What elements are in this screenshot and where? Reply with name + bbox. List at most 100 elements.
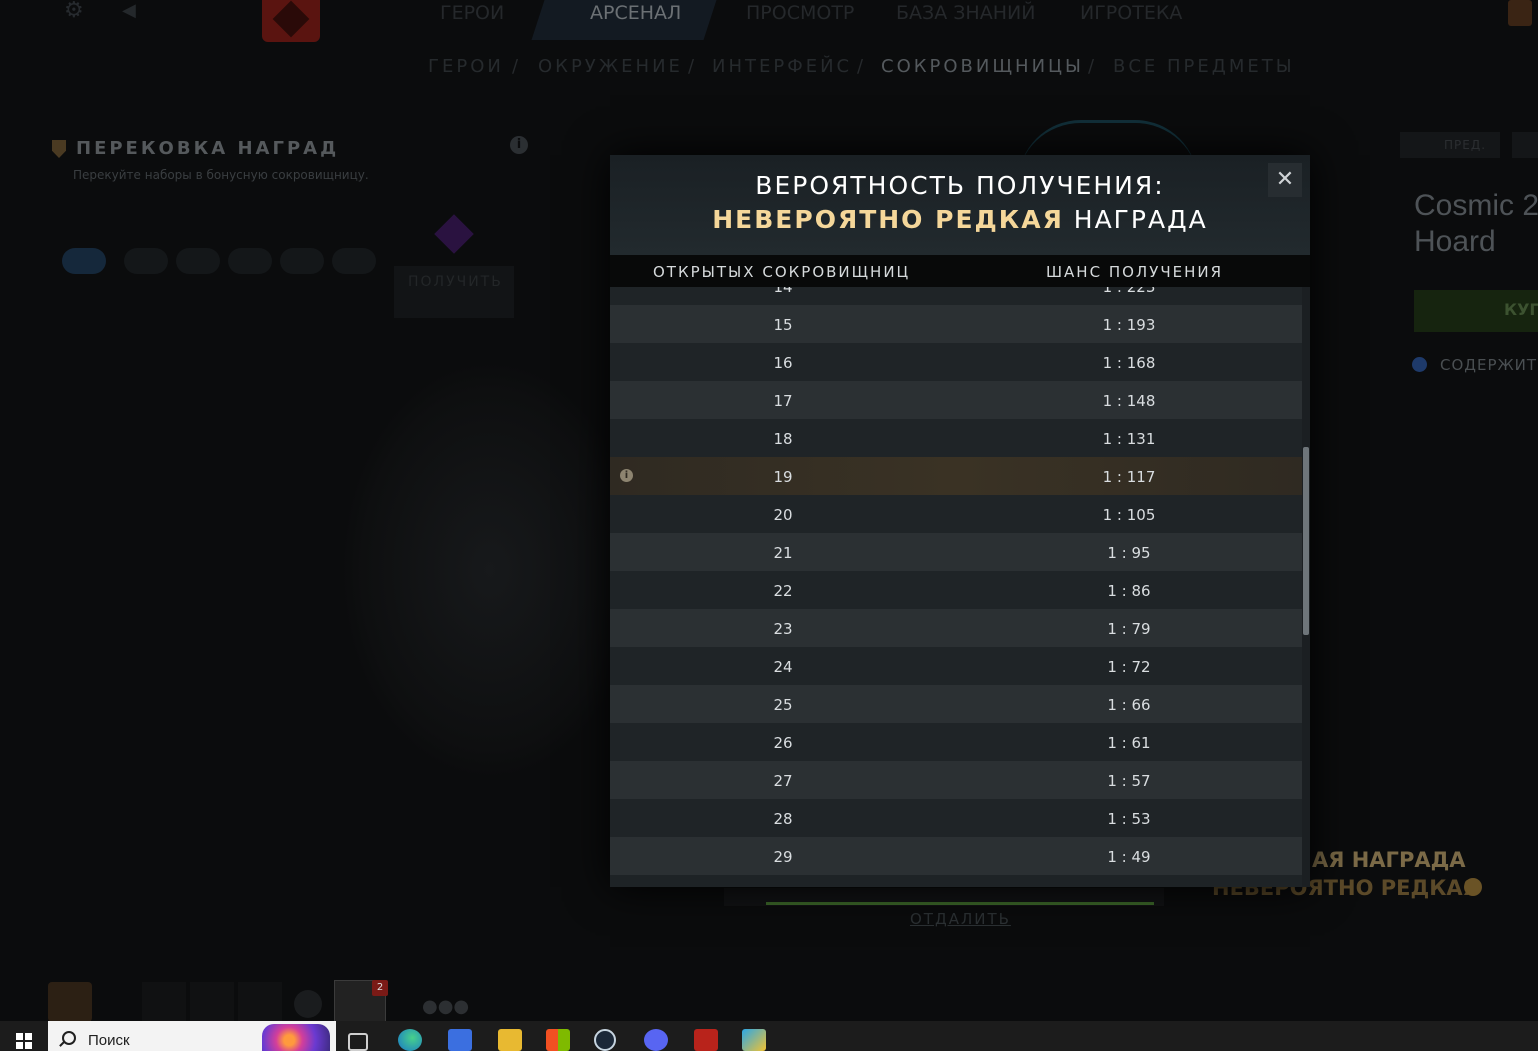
table-row[interactable]: 20 1 : 105 — [610, 495, 1302, 533]
subnav-heroes[interactable]: ГЕРОИ — [428, 56, 504, 77]
chance-cell: 1 : 53 — [1107, 810, 1151, 828]
opened-count-cell: 18 — [773, 430, 793, 448]
reforge-slot[interactable] — [280, 248, 324, 274]
chance-cell: 1 : 49 — [1107, 848, 1151, 866]
chance-cell: 1 : 57 — [1107, 772, 1151, 790]
subnav-separator: / — [512, 56, 519, 77]
table-row[interactable]: 17 1 : 148 — [610, 381, 1302, 419]
opened-count-cell: 20 — [773, 506, 793, 524]
roblox-icon[interactable] — [448, 1029, 472, 1051]
file-explorer-icon[interactable] — [498, 1029, 522, 1051]
info-icon[interactable] — [1412, 357, 1427, 372]
remove-link[interactable]: ОТДАЛИТЬ — [910, 910, 1011, 928]
chance-cell: 1 : 168 — [1102, 354, 1156, 372]
table-row[interactable]: 22 1 : 86 — [610, 571, 1302, 609]
subnav-all-items[interactable]: ВСЕ ПРЕДМЕТЫ — [1113, 56, 1295, 77]
steam-icon[interactable] — [594, 1029, 616, 1051]
search-input[interactable]: Поиск — [88, 1032, 130, 1049]
opened-count-cell: 24 — [773, 658, 793, 676]
settings-gear-icon[interactable]: ⚙ — [64, 0, 92, 24]
dota-logo[interactable] — [262, 0, 320, 42]
table-row[interactable]: 26 1 : 61 — [610, 723, 1302, 761]
chance-cell: 1 : 79 — [1107, 620, 1151, 638]
nav-watch[interactable]: ПРОСМОТР — [746, 2, 854, 24]
chance-table[interactable]: 14 1 : 223 15 1 : 193 16 1 : 168 17 1 : 148 18 1 … — [610, 287, 1302, 887]
reforge-title: ПЕРЕКОВКА НАГРАД — [76, 138, 340, 159]
table-row[interactable]: 23 1 : 79 — [610, 609, 1302, 647]
table-row[interactable]: 18 1 : 131 — [610, 419, 1302, 457]
nav-heroes[interactable]: ГЕРОИ — [440, 2, 504, 24]
chance-cell: 1 : 223 — [1102, 287, 1156, 296]
chance-cell: 1 : 131 — [1102, 430, 1156, 448]
next-button[interactable] — [1512, 132, 1538, 158]
table-row[interactable]: 14 1 : 223 — [610, 287, 1302, 305]
windows-logo-icon[interactable] — [16, 1033, 32, 1049]
close-button[interactable]: ✕ — [1268, 163, 1302, 197]
rarity-label: НЕВЕРОЯТНО РЕДКАЯ — [712, 205, 1064, 234]
party-slot[interactable] — [238, 982, 282, 1022]
paint-icon[interactable] — [742, 1029, 766, 1051]
opened-count-cell: 14 — [773, 287, 793, 296]
reforge-slot[interactable] — [228, 248, 272, 274]
headset-icon[interactable] — [294, 990, 322, 1018]
table-row[interactable]: 29 1 : 49 — [610, 837, 1302, 875]
subnav-separator: / — [857, 56, 864, 77]
contains-label[interactable]: СОДЕРЖИТ — [1440, 356, 1537, 374]
store-icon[interactable] — [546, 1029, 570, 1051]
get-button-label: ПОЛУЧИТЬ — [408, 274, 503, 290]
discord-icon[interactable] — [644, 1029, 668, 1051]
table-row[interactable]: 16 1 : 168 — [610, 343, 1302, 381]
party-slot[interactable] — [142, 982, 186, 1022]
table-row[interactable]: 15 1 : 193 — [610, 305, 1302, 343]
table-row[interactable]: 21 1 : 95 — [610, 533, 1302, 571]
search-highlight-art — [262, 1024, 330, 1051]
chance-cell: 1 : 148 — [1102, 392, 1156, 410]
edge-icon[interactable] — [398, 1029, 422, 1051]
search-icon — [62, 1031, 76, 1045]
reward-gem-icon — [434, 214, 474, 254]
party-slot[interactable] — [190, 982, 234, 1022]
nav-armory[interactable]: АРСЕНАЛ — [590, 2, 681, 24]
buy-button[interactable]: КУП — [1414, 290, 1538, 332]
prev-button[interactable]: ПРЕД. — [1400, 132, 1500, 158]
table-row[interactable]: i 19 1 : 117 — [610, 457, 1302, 495]
dota-icon[interactable] — [694, 1029, 718, 1051]
chance-cell: 1 : 95 — [1107, 544, 1151, 562]
chance-cell: 1 : 72 — [1107, 658, 1151, 676]
scrollbar-thumb[interactable] — [1303, 447, 1309, 635]
nav-learn[interactable]: БАЗА ЗНАНИЙ — [896, 2, 1035, 24]
chance-cell: 1 : 117 — [1102, 468, 1156, 486]
sub-navigation: ГЕРОИ / ОКРУЖЕНИЕ / ИНТЕРФЕЙС / СОКРОВИЩ… — [0, 56, 1538, 80]
get-button[interactable]: ПОЛУЧИТЬ — [394, 266, 514, 318]
column-opened-header: ОТКРЫТЫХ СОКРОВИЩНИЦ — [653, 263, 911, 281]
table-row[interactable]: 25 1 : 66 — [610, 685, 1302, 723]
table-row[interactable]: 27 1 : 57 — [610, 761, 1302, 799]
opened-count-cell: 26 — [773, 734, 793, 752]
back-arrow-icon[interactable]: ◀ — [122, 0, 142, 24]
table-row[interactable]: 28 1 : 53 — [610, 799, 1302, 837]
buy-button-label: КУП — [1504, 300, 1538, 319]
subnav-environment[interactable]: ОКРУЖЕНИЕ — [538, 56, 683, 77]
profile-avatar[interactable] — [1508, 0, 1532, 26]
opened-count-cell: 15 — [773, 316, 793, 334]
player-avatar[interactable] — [48, 982, 92, 1022]
reforge-slot[interactable] — [62, 248, 106, 274]
treasure-title-line1: Cosmic 20 — [1414, 189, 1538, 222]
subnav-treasures[interactable]: СОКРОВИЩНИЦЫ — [881, 56, 1084, 77]
opened-count-cell: 17 — [773, 392, 793, 410]
reforge-slot[interactable] — [332, 248, 376, 274]
subnav-interface[interactable]: ИНТЕРФЕЙС — [712, 56, 852, 77]
task-view-icon[interactable] — [348, 1033, 368, 1051]
reforge-slot[interactable] — [124, 248, 168, 274]
chance-cell: 1 : 66 — [1107, 696, 1151, 714]
modal-title: ВЕРОЯТНОСТЬ ПОЛУЧЕНИЯ: — [755, 171, 1165, 200]
friends-icon[interactable]: ●●● — [422, 996, 469, 1017]
opened-count-cell: 27 — [773, 772, 793, 790]
reward-label: НАГРАДА — [1073, 205, 1208, 234]
shield-icon — [52, 140, 66, 158]
info-icon[interactable]: i — [510, 136, 528, 154]
nav-arcade[interactable]: ИГРОТЕКА — [1080, 2, 1182, 24]
help-icon[interactable] — [1464, 878, 1482, 896]
reforge-slot[interactable] — [176, 248, 220, 274]
table-row[interactable]: 24 1 : 72 — [610, 647, 1302, 685]
